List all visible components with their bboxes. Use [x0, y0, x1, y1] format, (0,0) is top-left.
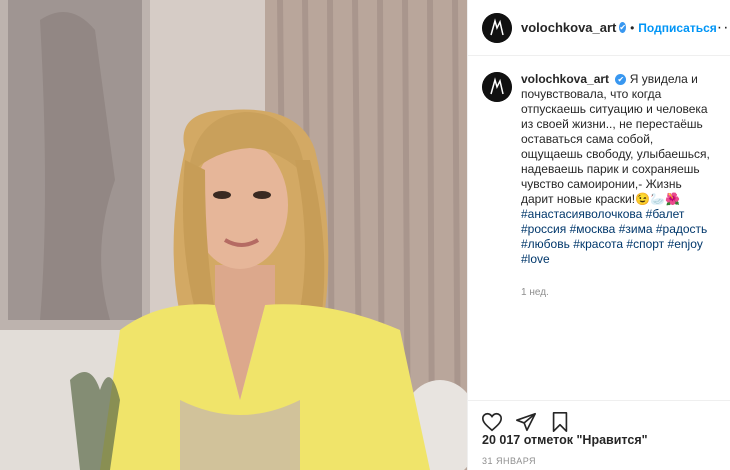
- hashtag-link[interactable]: #любовь: [521, 237, 570, 251]
- hashtag-list: #анастасияволочкова #балет #россия #моск…: [521, 207, 711, 267]
- caption-avatar[interactable]: [482, 72, 512, 102]
- hashtag-link[interactable]: #россия: [521, 222, 566, 236]
- likes-count[interactable]: 20 017 отметок "Нравится": [482, 433, 648, 447]
- hashtag-link[interactable]: #радость: [656, 222, 707, 236]
- instagram-post: volochkova_art ✔ • Подписаться ··· voloc…: [0, 0, 730, 470]
- bookmark-icon[interactable]: [548, 410, 572, 434]
- avatar[interactable]: [482, 12, 512, 43]
- caption-block: volochkova_art ✔ Я увидела и почувствова…: [468, 56, 730, 300]
- hashtag-link[interactable]: #enjoy: [668, 237, 703, 251]
- avatar-logo-icon: [482, 12, 512, 43]
- post-photo[interactable]: [0, 0, 467, 470]
- caption: volochkova_art ✔ Я увидела и почувствова…: [521, 72, 711, 300]
- verified-badge-icon: ✔: [619, 22, 627, 33]
- separator-dot: •: [630, 20, 635, 35]
- more-dots-icon[interactable]: ···: [717, 19, 730, 37]
- hashtag-link[interactable]: #love: [521, 252, 550, 266]
- caption-text: Я увидела и почувствовала, что когда отп…: [521, 72, 710, 206]
- post-header: volochkova_art ✔ • Подписаться ···: [468, 0, 730, 56]
- photo-illustration: [0, 0, 467, 470]
- hashtag-link[interactable]: #москва: [570, 222, 616, 236]
- paper-plane-icon[interactable]: [514, 410, 538, 434]
- follow-button[interactable]: Подписаться: [638, 21, 716, 35]
- caption-time[interactable]: 1 нед.: [521, 285, 711, 300]
- caption-username[interactable]: volochkova_art: [521, 72, 609, 86]
- hashtag-link[interactable]: #балет: [646, 207, 685, 221]
- verified-badge-icon: ✔: [615, 74, 627, 85]
- heart-icon[interactable]: [480, 410, 504, 434]
- hashtag-link[interactable]: #анастасияволочкова: [521, 207, 642, 221]
- action-bar: [468, 400, 730, 436]
- post-date[interactable]: 31 ЯНВАРЯ: [482, 456, 536, 466]
- username-link[interactable]: volochkova_art: [521, 20, 616, 35]
- hashtag-link[interactable]: #зима: [619, 222, 653, 236]
- hashtag-link[interactable]: #красота: [573, 237, 623, 251]
- avatar-logo-icon: [482, 72, 512, 102]
- hashtag-link[interactable]: #спорт: [626, 237, 664, 251]
- post-sidebar: volochkova_art ✔ • Подписаться ··· voloc…: [467, 0, 730, 470]
